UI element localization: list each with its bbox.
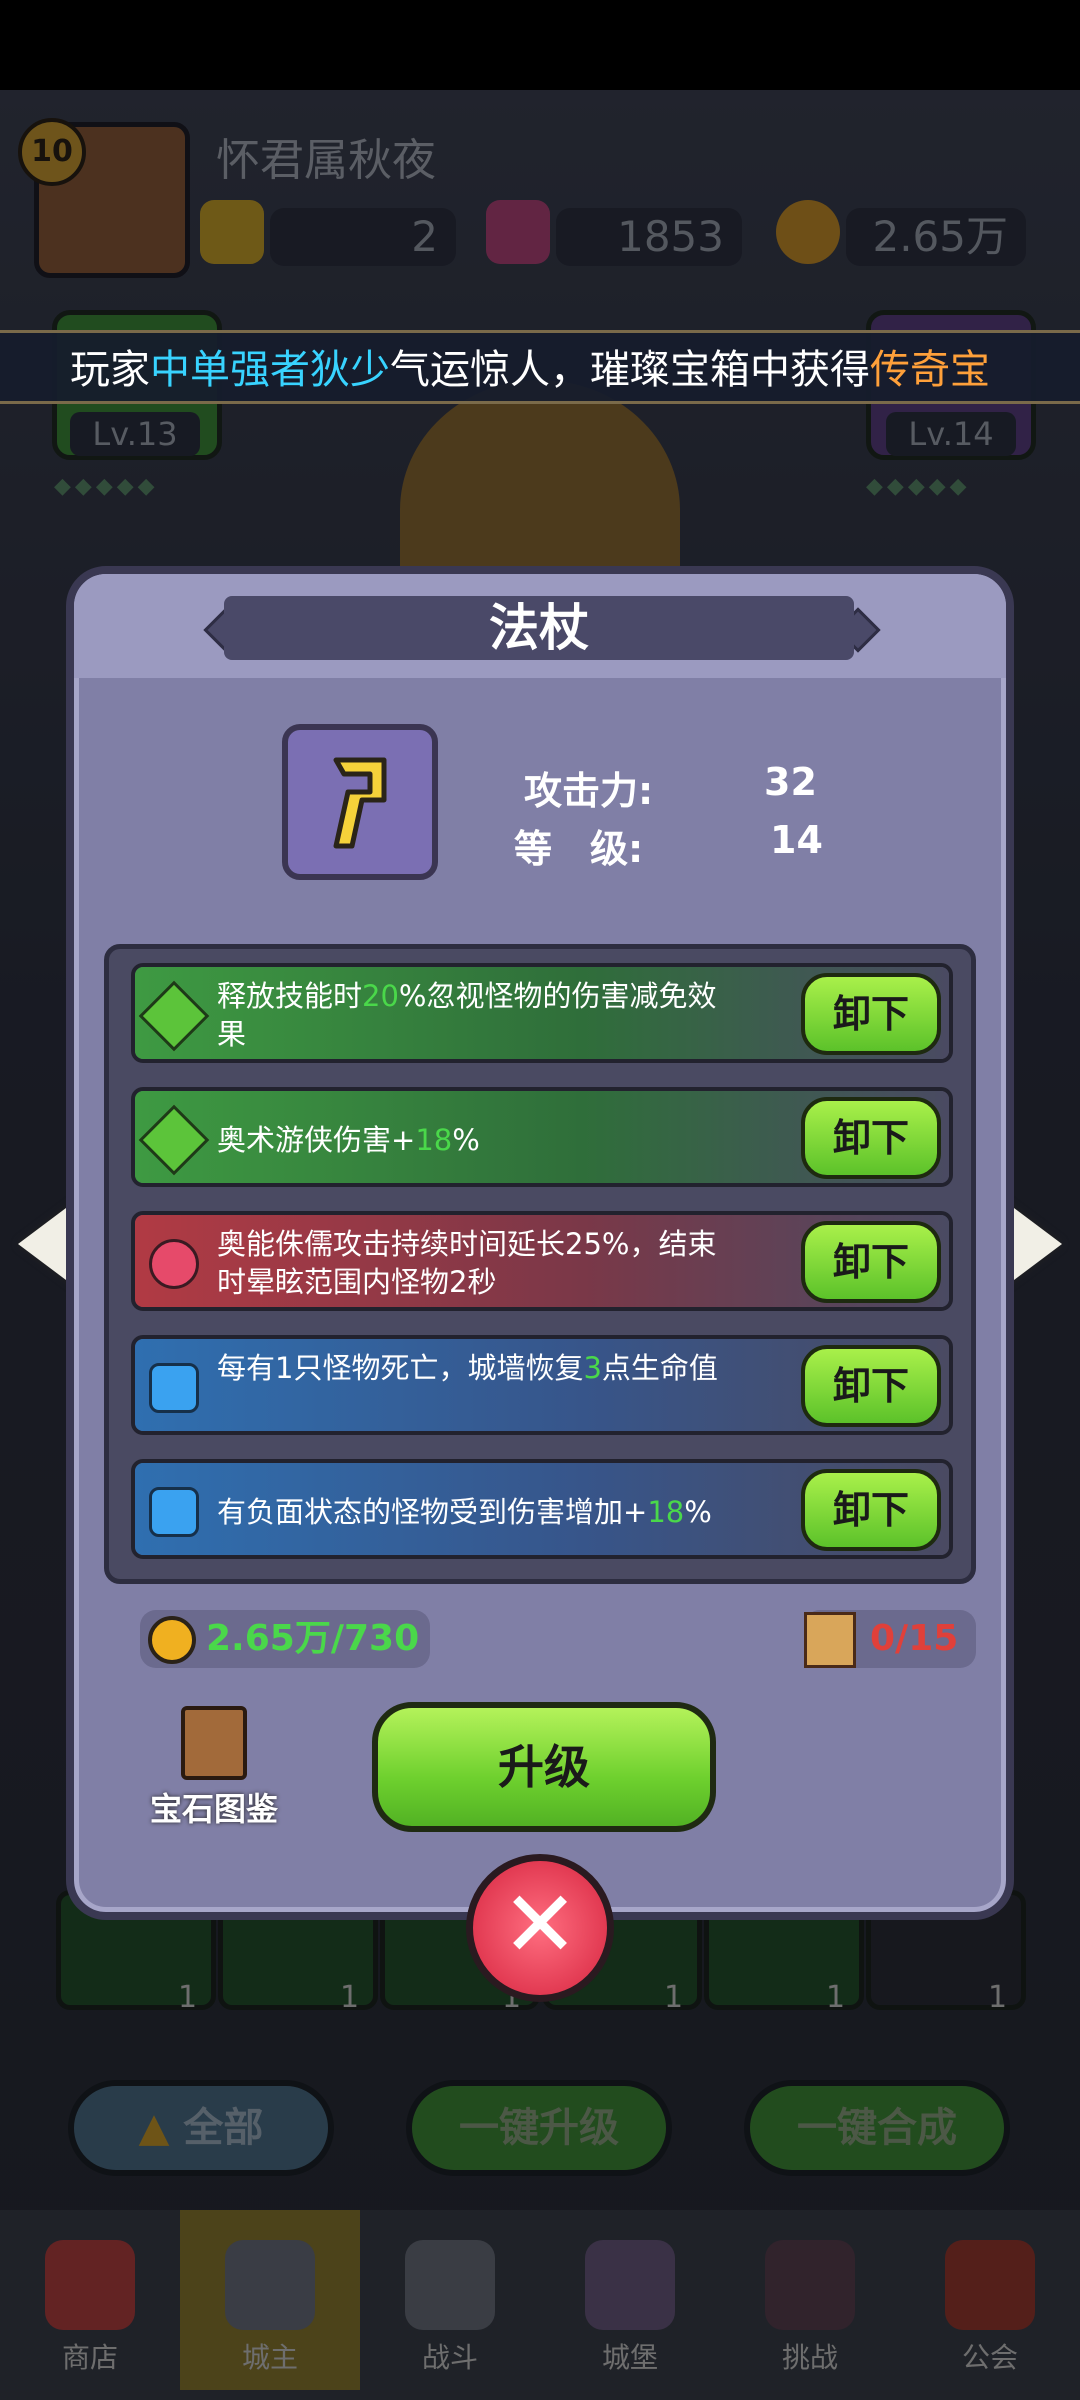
player-name: 怀君属秋夜 — [216, 135, 436, 186]
close-button[interactable]: ✕ — [466, 1854, 614, 2002]
pink-crystal-count: 1853 — [556, 208, 742, 266]
nav-label: 战斗 — [421, 2341, 478, 2374]
gold-cost-value: 2.65万/730 — [206, 1618, 420, 1659]
left-gem-dots: ◆◆◆◆◆ — [54, 474, 159, 499]
affix-text-suffix: % — [452, 1123, 480, 1157]
nav-castle[interactable]: 城堡 — [540, 2210, 720, 2390]
unequip-button[interactable]: 卸下 — [801, 973, 941, 1055]
slot-count: 1 — [340, 1980, 360, 2015]
slot-count: 1 — [664, 1980, 684, 2015]
gem-codex-button[interactable]: 宝石图鉴 — [134, 1706, 294, 1828]
scroll-cost-value: 0/15 — [870, 1618, 959, 1659]
unequip-button[interactable]: 卸下 — [801, 1345, 941, 1427]
ticker-tail: 宝 — [950, 347, 990, 393]
blue-gem-icon — [149, 1363, 199, 1413]
nav-label: 城堡 — [601, 2341, 658, 2374]
level-value: 14 — [770, 818, 823, 862]
affix-value: 20 — [362, 979, 399, 1013]
equipment-detail-panel: 法杖 攻击力: 32 等 级: 14 释放技能时20%忽视怪物的伤害减免效果 卸… — [66, 566, 1014, 1920]
nav-battle[interactable]: 战斗 — [360, 2210, 540, 2390]
pink-crystal-icon[interactable] — [486, 200, 550, 264]
ticker-prefix: 玩家 — [70, 347, 150, 393]
gold-coin-icon — [148, 1616, 196, 1664]
nav-challenge[interactable]: 挑战 — [720, 2210, 900, 2390]
ticker-message: 气运惊人，璀璨宝箱中获得 — [390, 347, 870, 393]
level-label: 等 级: — [514, 827, 644, 871]
slot-count: 1 — [826, 1980, 846, 2015]
affix-row: 奥术游侠伤害+18% 卸下 — [131, 1087, 953, 1187]
upgrade-button[interactable]: 升级 — [372, 1702, 716, 1832]
ticker-rarity: 传奇 — [870, 347, 950, 393]
gold-count: 2.65万 — [846, 208, 1026, 266]
slot-count: 1 — [988, 1980, 1008, 2015]
affix-row: 每有1只怪物死亡，城墙恢复3点生命值 卸下 — [131, 1335, 953, 1435]
slot-count: 1 — [178, 1980, 198, 2015]
affix-text-suffix: 点生命值 — [601, 1351, 718, 1385]
attack-value: 32 — [764, 760, 817, 804]
demon-icon — [765, 2240, 855, 2330]
nav-label: 商店 — [61, 2341, 118, 2374]
yellow-gem-count: 2 — [270, 208, 456, 266]
crown-icon — [225, 2240, 315, 2330]
right-gem-dots: ◆◆◆◆◆ — [866, 474, 971, 499]
announcement-ticker: 玩家中单强者狄少气运惊人，璀璨宝箱中获得传奇宝 — [0, 330, 1080, 404]
affix-text: 每有1只怪物死亡，城墙恢复 — [217, 1351, 584, 1385]
gem-codex-label: 宝石图鉴 — [149, 1790, 278, 1828]
book-icon — [181, 1706, 247, 1780]
affix-row: 释放技能时20%忽视怪物的伤害减免效果 卸下 — [131, 963, 953, 1063]
affix-list: 释放技能时20%忽视怪物的伤害减免效果 卸下 奥术游侠伤害+18% 卸下 奥能侏… — [104, 944, 976, 1584]
blue-gem-icon — [149, 1487, 199, 1537]
ticker-player-name: 中单强者狄少 — [150, 347, 390, 393]
banner-icon — [945, 2240, 1035, 2330]
shop-icon — [45, 2240, 135, 2330]
affix-text: 释放技能时 — [217, 979, 363, 1013]
unequip-button[interactable]: 卸下 — [801, 1097, 941, 1179]
unequip-button[interactable]: 卸下 — [801, 1469, 941, 1551]
scroll-cost: 0/15 — [804, 1610, 976, 1668]
affix-row: 奥能侏儒攻击持续时间延长25%，结束时晕眩范围内怪物2秒 卸下 — [131, 1211, 953, 1311]
unequip-button[interactable]: 卸下 — [801, 1221, 941, 1303]
affix-row: 有负面状态的怪物受到伤害增加+18% 卸下 — [131, 1459, 953, 1559]
left-equip-level: Lv.13 — [70, 412, 200, 456]
player-level-badge: 10 — [18, 118, 86, 186]
attack-label: 攻击力: — [524, 769, 654, 813]
affix-value: 18 — [415, 1123, 453, 1157]
affix-text-suffix: % — [684, 1495, 712, 1529]
right-equip-level: Lv.14 — [886, 412, 1016, 456]
nav-label: 公会 — [961, 2341, 1018, 2374]
merge-all-button[interactable]: 一键合成 — [744, 2080, 1010, 2176]
affix-value: 18 — [647, 1495, 685, 1529]
staff-scroll-icon — [804, 1612, 856, 1668]
nav-shop[interactable]: 商店 — [0, 2210, 180, 2390]
nav-label: 城主 — [241, 2341, 298, 2374]
affix-value: 3 — [583, 1351, 602, 1385]
castle-icon — [585, 2240, 675, 2330]
affix-text: 奥术游侠伤害+ — [217, 1123, 416, 1157]
triangle-icon: ▲ — [138, 2105, 170, 2151]
panel-title: 法杖 — [224, 596, 854, 660]
close-icon: ✕ — [501, 1871, 579, 1978]
filter-all-label: 全部 — [183, 2105, 264, 2151]
red-gem-icon — [149, 1239, 199, 1289]
nav-label: 挑战 — [781, 2341, 838, 2374]
staff-icon — [282, 724, 438, 880]
affix-text: 奥能侏儒攻击持续时间延长25%，结束时晕眩范围内怪物2秒 — [217, 1227, 717, 1299]
yellow-gem-icon[interactable] — [200, 200, 264, 264]
nav-lord[interactable]: 城主 — [180, 2210, 360, 2390]
filter-all-button[interactable]: ▲ 全部 — [68, 2080, 334, 2176]
bottom-nav: 商店 城主 战斗 城堡 挑战 公会 — [0, 2210, 1080, 2400]
swords-icon — [405, 2240, 495, 2330]
upgrade-all-button[interactable]: 一键升级 — [406, 2080, 672, 2176]
gold-cost: 2.65万/730 — [140, 1610, 430, 1668]
affix-text: 有负面状态的怪物受到伤害增加+ — [217, 1495, 648, 1529]
nav-guild[interactable]: 公会 — [900, 2210, 1080, 2390]
gold-coin-icon[interactable] — [776, 200, 840, 264]
